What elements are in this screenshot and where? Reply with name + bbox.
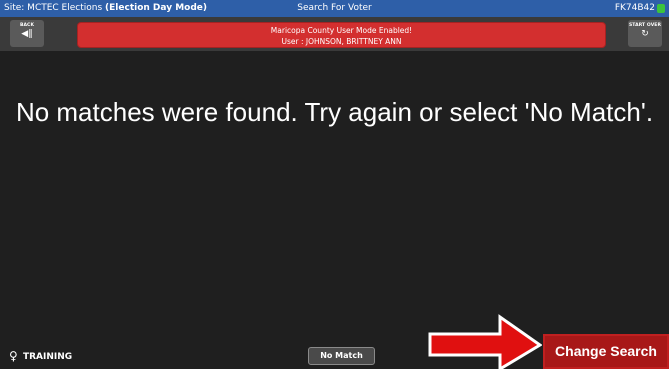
change-search-button[interactable]: Change Search [543,334,669,369]
banner-line-2: User : JOHNSON, BRITTNEY ANN [281,37,402,46]
red-arrow-icon [428,314,542,369]
back-arrow-icon: ◀‖ [21,29,33,39]
device-id: FK74B42 [614,3,655,13]
banner-line-1: Maricopa County User Mode Enabled! [270,26,413,35]
status-indicator-icon [657,4,665,13]
back-button[interactable]: BACK ◀‖ [10,20,44,47]
lightbulb-icon: ♀ [9,349,18,363]
title-bar: Site: MCTEC Elections (Election Day Mode… [0,0,669,17]
training-label: TRAINING [22,352,73,362]
refresh-icon: ↻ [641,29,649,39]
user-mode-banner: Maricopa County User Mode Enabled! User … [77,22,606,48]
no-match-button[interactable]: No Match [308,347,375,365]
start-over-label: START OVER [628,23,662,28]
screen-title: Search For Voter [297,3,372,13]
no-matches-message: No matches were found. Try again or sele… [15,97,654,127]
training-indicator: ♀ TRAINING [9,349,72,363]
back-label: BACK [19,23,35,28]
start-over-button[interactable]: START OVER ↻ [628,20,662,47]
